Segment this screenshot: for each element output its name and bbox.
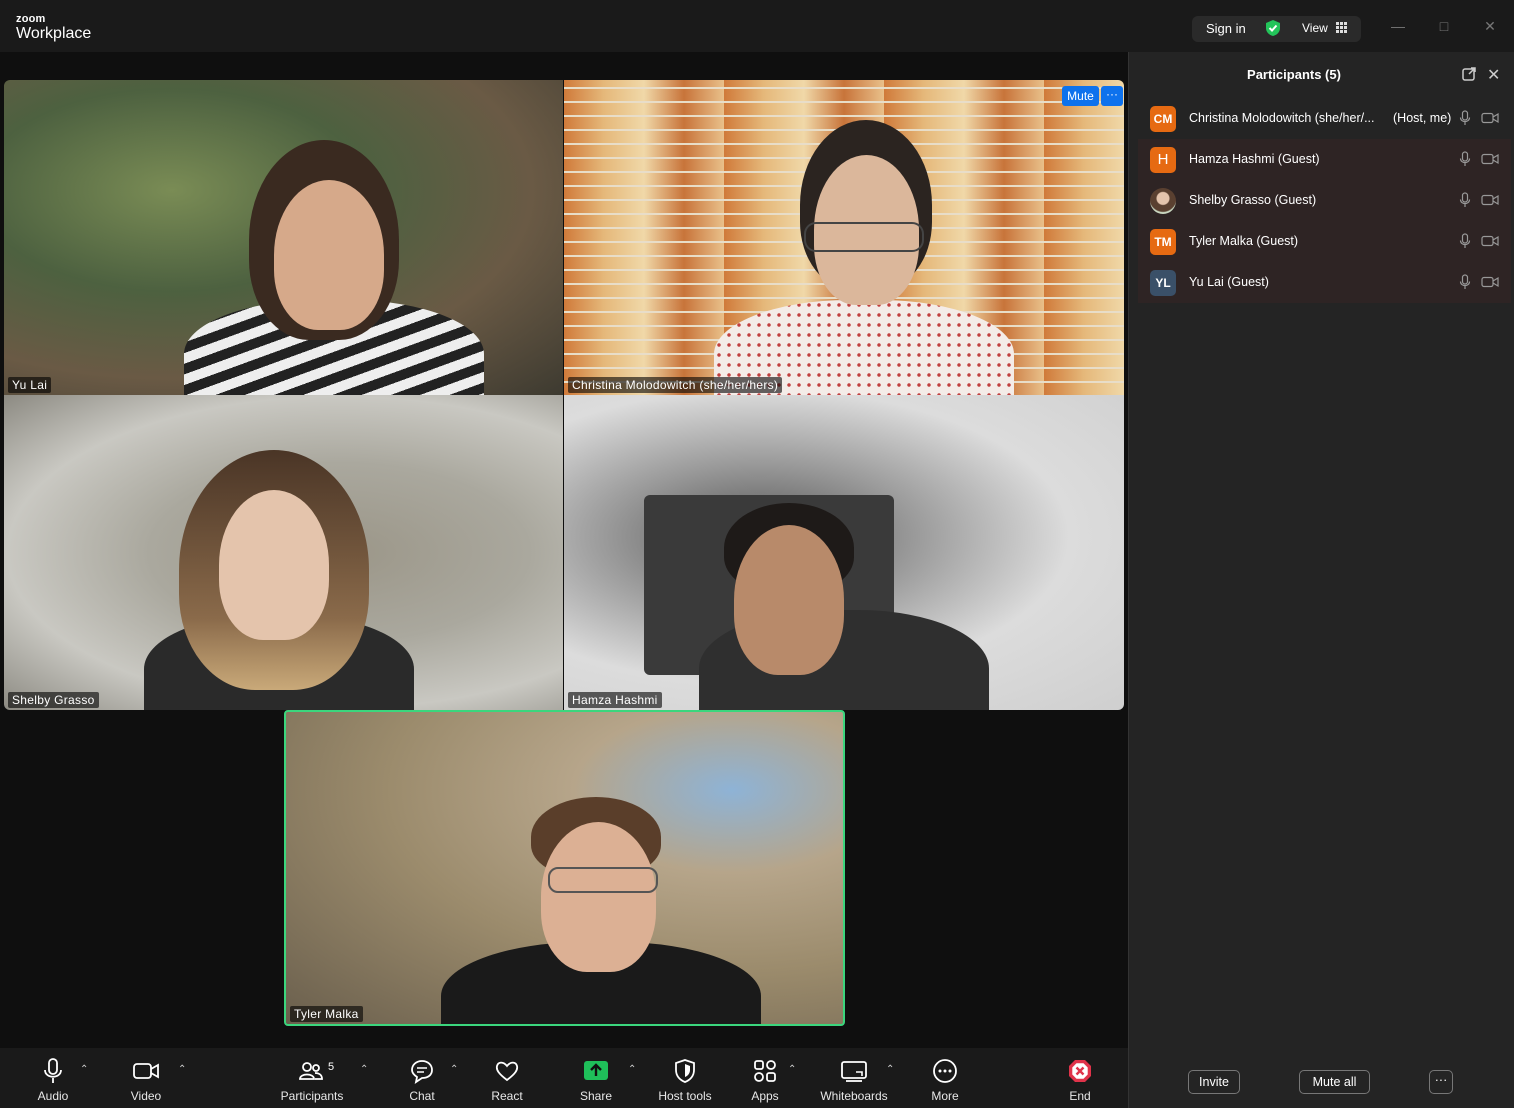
- microphone-icon: [44, 1058, 62, 1083]
- chat-button[interactable]: Chat: [404, 1058, 440, 1103]
- participant-name: Tyler Malka (Guest): [1189, 234, 1299, 248]
- apps-label: Apps: [751, 1089, 779, 1103]
- apps-button[interactable]: Apps: [748, 1058, 782, 1103]
- participant-row[interactable]: H Hamza Hashmi (Guest): [1138, 139, 1511, 180]
- encryption-shield-icon[interactable]: [1264, 19, 1282, 37]
- camera-icon[interactable]: [1481, 276, 1499, 288]
- minimize-icon[interactable]: —: [1390, 18, 1406, 34]
- participant-row[interactable]: CM Christina Molodowitch (she/her/... (H…: [1138, 98, 1511, 139]
- chat-label: Chat: [409, 1089, 435, 1103]
- shield-icon: [675, 1059, 695, 1083]
- camera-icon[interactable]: [1481, 112, 1499, 124]
- end-call-icon: [1069, 1060, 1091, 1082]
- participant-name: Christina Molodowitch (she/her/...: [1189, 111, 1375, 125]
- participant-name-label: Yu Lai: [8, 377, 52, 393]
- video-tile-hamza-hashmi[interactable]: Hamza Hashmi: [564, 395, 1124, 710]
- mute-all-button[interactable]: Mute all: [1299, 1070, 1370, 1094]
- view-button[interactable]: View: [1302, 21, 1328, 35]
- heart-icon: [495, 1061, 519, 1082]
- participants-panel-title: Participants (5): [1247, 67, 1341, 82]
- microphone-icon[interactable]: [1459, 110, 1471, 126]
- mute-participant-button[interactable]: Mute: [1062, 86, 1099, 106]
- participant-name-label: Shelby Grasso: [8, 692, 99, 708]
- react-button[interactable]: React: [488, 1058, 526, 1103]
- participant-name: Yu Lai (Guest): [1189, 275, 1269, 289]
- invite-button[interactable]: Invite: [1188, 1070, 1240, 1094]
- host-tools-button[interactable]: Host tools: [656, 1058, 714, 1103]
- share-screen-icon: [584, 1061, 608, 1080]
- apps-icon: [754, 1060, 776, 1082]
- participant-row[interactable]: TM Tyler Malka (Guest): [1138, 221, 1511, 262]
- participants-label: Participants: [280, 1089, 344, 1103]
- avatar: CM: [1150, 106, 1176, 132]
- react-label: React: [491, 1089, 523, 1103]
- participants-icon: [299, 1062, 323, 1080]
- video-tile-shelby-grasso[interactable]: Shelby Grasso: [4, 395, 563, 710]
- camera-icon[interactable]: [1481, 235, 1499, 247]
- participants-button[interactable]: Participants: [278, 1058, 346, 1103]
- popout-icon[interactable]: [1461, 66, 1477, 82]
- tile-more-button[interactable]: ···: [1101, 86, 1123, 106]
- participant-name-label: Christina Molodowitch (she/her/hers): [568, 377, 783, 393]
- microphone-icon[interactable]: [1459, 233, 1471, 249]
- chat-bubble-icon: [411, 1060, 433, 1084]
- video-camera-icon: [133, 1063, 159, 1079]
- participant-row[interactable]: YL Yu Lai (Guest): [1138, 262, 1511, 303]
- panel-more-button[interactable]: ···: [1429, 1070, 1453, 1094]
- end-meeting-button[interactable]: End: [1064, 1058, 1096, 1103]
- end-label: End: [1069, 1089, 1091, 1103]
- participant-name-label: Hamza Hashmi: [568, 692, 662, 708]
- participant-name-label: Tyler Malka: [290, 1006, 363, 1022]
- participant-name: Hamza Hashmi (Guest): [1189, 152, 1320, 166]
- zoom-workplace-logo: zoom Workplace: [16, 14, 91, 42]
- avatar: TM: [1150, 229, 1176, 255]
- participants-options-chevron-icon[interactable]: ⌃: [360, 1064, 368, 1075]
- close-panel-icon[interactable]: ✕: [1487, 65, 1500, 85]
- sign-in-button[interactable]: Sign in: [1206, 21, 1246, 36]
- participant-row[interactable]: Shelby Grasso (Guest): [1138, 180, 1511, 221]
- avatar: H: [1150, 147, 1176, 173]
- audio-options-chevron-icon[interactable]: ⌃: [80, 1064, 88, 1075]
- chat-options-chevron-icon[interactable]: ⌃: [450, 1064, 458, 1075]
- microphone-icon[interactable]: [1459, 192, 1471, 208]
- video-label: Video: [130, 1089, 162, 1103]
- camera-icon[interactable]: [1481, 153, 1499, 165]
- participant-name: Shelby Grasso (Guest): [1189, 193, 1317, 207]
- video-tile-yu-lai[interactable]: Yu Lai: [4, 80, 563, 395]
- video-options-chevron-icon[interactable]: ⌃: [178, 1064, 186, 1075]
- whiteboards-options-chevron-icon[interactable]: ⌃: [886, 1064, 894, 1075]
- avatar-photo: [1150, 188, 1176, 214]
- audio-button[interactable]: Audio: [35, 1058, 71, 1103]
- microphone-icon[interactable]: [1459, 151, 1471, 167]
- video-tile-tyler-malka-active-speaker[interactable]: Tyler Malka: [284, 710, 845, 1026]
- grid-view-icon[interactable]: [1336, 22, 1347, 33]
- video-tile-christina[interactable]: Christina Molodowitch (she/her/hers): [564, 80, 1124, 395]
- share-button[interactable]: Share: [578, 1058, 614, 1103]
- more-button[interactable]: More: [928, 1058, 962, 1103]
- maximize-icon[interactable]: □: [1436, 18, 1452, 34]
- logo-brand: zoom: [16, 13, 46, 25]
- close-window-icon[interactable]: ✕: [1482, 18, 1498, 34]
- participant-role-tag: (Host, me): [1393, 111, 1452, 125]
- apps-options-chevron-icon[interactable]: ⌃: [788, 1064, 796, 1075]
- whiteboard-icon: [841, 1061, 867, 1082]
- more-dots-icon: [933, 1059, 957, 1083]
- whiteboards-label: Whiteboards: [820, 1089, 888, 1103]
- audio-label: Audio: [37, 1089, 69, 1103]
- host-tools-label: Host tools: [658, 1089, 712, 1103]
- avatar: YL: [1150, 270, 1176, 296]
- whiteboards-button[interactable]: Whiteboards: [818, 1058, 890, 1103]
- participants-count-badge: 5: [328, 1061, 335, 1073]
- share-options-chevron-icon[interactable]: ⌃: [628, 1064, 636, 1075]
- logo-product: Workplace: [16, 25, 92, 42]
- video-button[interactable]: Video: [125, 1058, 167, 1103]
- camera-icon[interactable]: [1481, 194, 1499, 206]
- share-label: Share: [579, 1089, 613, 1103]
- microphone-icon[interactable]: [1459, 274, 1471, 290]
- more-label: More: [931, 1089, 959, 1103]
